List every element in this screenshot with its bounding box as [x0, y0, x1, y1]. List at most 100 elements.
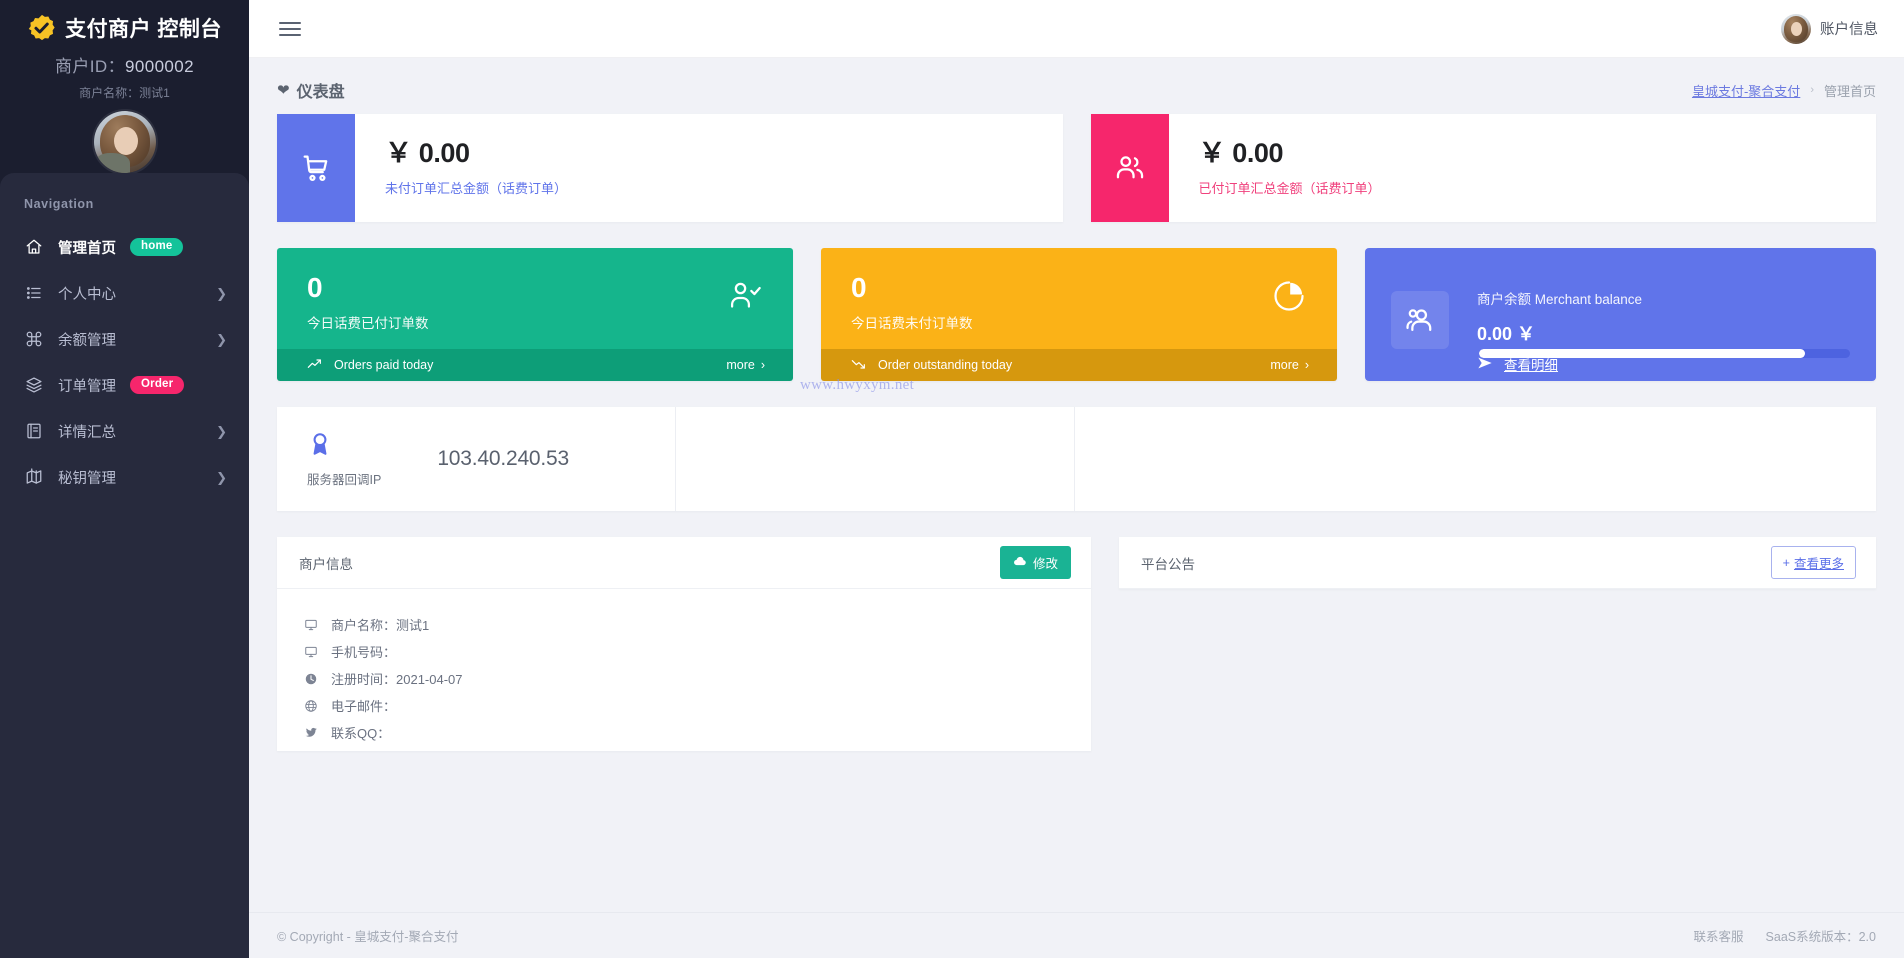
- platform-notice-panel: 平台公告 + 查看更多: [1119, 537, 1876, 589]
- merchant-id: 商户ID：9000002: [0, 52, 249, 77]
- plus-icon: +: [1782, 555, 1790, 570]
- sidebar-item-orders[interactable]: 订单管理 Order: [0, 363, 249, 407]
- cloud-icon: [1013, 555, 1027, 570]
- sidebar-item-balance[interactable]: 余额管理 ❯: [0, 317, 249, 361]
- more-label: more: [1270, 358, 1299, 372]
- info-row-register-time: 注册时间：2021-04-07: [303, 665, 1069, 692]
- merchant-name: 商户名称：测试1: [79, 86, 170, 100]
- verified-badge-icon: [27, 13, 57, 43]
- paid-orders-amount-card: ￥ 0.00 已付订单汇总金额（话费订单）: [1090, 114, 1876, 222]
- sidebar-badge-order: Order: [130, 375, 185, 395]
- breadcrumb: 皇城支付-聚合支付 › 管理首页: [1692, 81, 1876, 100]
- info-text: 注册时间：2021-04-07: [331, 672, 463, 687]
- card-body: ￥ 0.00 已付订单汇总金额（话费订单）: [1169, 114, 1381, 222]
- hamburger-icon[interactable]: [279, 21, 301, 36]
- server-callback-ip-card: 服务器回调IP 103.40.240.53 www.hwyxym.net: [277, 377, 1876, 511]
- footer-right: 联系客服 SaaS系统版本：2.0: [1694, 926, 1876, 945]
- send-icon: [1477, 356, 1493, 373]
- sidebar-item-personal-center[interactable]: 个人中心 ❯: [0, 271, 249, 315]
- breadcrumb-link[interactable]: 皇城支付-聚合支付: [1692, 81, 1800, 100]
- sidebar-item-key-management[interactable]: 秘钥管理 ❯: [0, 455, 249, 499]
- merchant-info-panel: 商户信息 修改 商户名称：测试1 手机号码： 注册时间：2021-04-07 电…: [277, 537, 1091, 751]
- unpaid-amount-label: 未付订单汇总金额（话费订单）: [385, 181, 568, 196]
- info-text: 电子邮件：: [331, 699, 397, 714]
- contact-support-link[interactable]: 联系客服: [1694, 926, 1744, 945]
- page-head: ❤ 仪表盘 皇城支付-聚合支付 › 管理首页: [277, 58, 1876, 114]
- unpaid-count-value: 0: [851, 272, 867, 303]
- order-outstanding-today-label: Order outstanding today: [878, 358, 1013, 372]
- edit-label: 修改: [1032, 557, 1058, 571]
- view-more-notices-button[interactable]: + 查看更多: [1770, 546, 1856, 579]
- trend-up-icon: [307, 357, 323, 374]
- shopping-cart-icon: [277, 114, 355, 222]
- chevron-right-icon: ›: [1304, 358, 1309, 372]
- award-icon: [307, 432, 333, 461]
- ip-segment-empty-1: [676, 407, 1075, 511]
- trend-down-icon: [851, 357, 867, 374]
- sidebar-item-dashboard[interactable]: 管理首页 home: [0, 225, 249, 269]
- balance-amount: 0.00 ￥: [1477, 324, 1536, 344]
- platform-notice-title: 平台公告: [1141, 556, 1195, 572]
- info-text: 联系QQ：: [331, 726, 391, 741]
- orders-outstanding-more-link[interactable]: more ›: [1270, 358, 1309, 372]
- unpaid-count-label: 今日话费未付订单数: [851, 316, 973, 331]
- sidebar-item-label: 订单管理: [58, 378, 116, 395]
- footer: © Copyright - 皇城支付-聚合支付 联系客服 SaaS系统版本：2.…: [249, 912, 1904, 958]
- people-icon: [1391, 291, 1449, 349]
- account-menu[interactable]: 账户信息: [1781, 13, 1878, 44]
- sidebar-item-label: 秘钥管理: [58, 470, 116, 487]
- home-icon: [24, 237, 44, 257]
- chevron-right-icon: ❯: [216, 469, 227, 485]
- tile-foot: Orders paid today more ›: [277, 349, 793, 381]
- tile-top: 0 今日话费未付订单数: [821, 248, 1337, 349]
- sidebar: 支付商户 控制台 商户ID：9000002 商户名称：测试1 Navigatio…: [0, 0, 249, 958]
- ip-left: 服务器回调IP: [307, 431, 381, 488]
- tile-foot-left: Orders paid today: [307, 357, 433, 374]
- info-row-merchant-name: 商户名称：测试1: [303, 611, 1069, 638]
- tile-top: 0 今日话费已付订单数: [277, 248, 793, 349]
- sidebar-badge-home: home: [130, 237, 184, 257]
- heart-icon: ❤: [277, 81, 290, 99]
- sidebar-item-details-summary[interactable]: 详情汇总 ❯: [0, 409, 249, 453]
- sidebar-item-label: 个人中心: [58, 286, 116, 303]
- pie-chart-icon: [1271, 278, 1307, 319]
- sidebar-item-label: 余额管理: [58, 332, 116, 349]
- brand-title: 支付商户 控制台: [65, 18, 222, 41]
- tiles-row: 0 今日话费已付订单数 Orders paid today more › 0 今…: [277, 248, 1876, 381]
- orders-paid-today-label: Orders paid today: [334, 358, 434, 372]
- app-root: 支付商户 控制台 商户ID：9000002 商户名称：测试1 Navigatio…: [0, 0, 1904, 958]
- ip-segment: 服务器回调IP 103.40.240.53: [277, 407, 676, 511]
- panels-row: 商户信息 修改 商户名称：测试1 手机号码： 注册时间：2021-04-07 电…: [277, 537, 1876, 751]
- paid-amount-label: 已付订单汇总金额（话费订单）: [1198, 181, 1381, 196]
- chevron-right-icon: ›: [760, 358, 765, 372]
- panel-head: 平台公告 + 查看更多: [1119, 537, 1876, 589]
- sidebar-nav-panel: Navigation 管理首页 home 个人中心 ❯ 余额管理 ❯ 订单管理 …: [0, 173, 249, 958]
- brand[interactable]: 支付商户 控制台: [0, 0, 249, 43]
- server-callback-ip-value: 103.40.240.53: [437, 447, 570, 470]
- paid-amount-value: ￥ 0.00: [1198, 138, 1284, 168]
- info-text: 商户名称：测试1: [331, 618, 430, 633]
- info-text: 手机号码：: [331, 645, 397, 660]
- view-more-label: 查看更多: [1793, 557, 1844, 571]
- unpaid-amount-value: ￥ 0.00: [385, 138, 470, 168]
- panel-body: 商户名称：测试1 手机号码： 注册时间：2021-04-07 电子邮件： 联系Q…: [277, 589, 1091, 772]
- chevron-right-icon: ❯: [216, 331, 227, 347]
- edit-merchant-button[interactable]: 修改: [999, 546, 1071, 579]
- clock-icon: [303, 672, 319, 686]
- orders-paid-more-link[interactable]: more ›: [726, 358, 765, 372]
- avatar: [93, 111, 156, 173]
- users-icon: [1090, 114, 1169, 222]
- info-row-phone: 手机号码：: [303, 638, 1069, 665]
- sidebar-item-label: 管理首页: [58, 240, 116, 257]
- monitor-icon: [303, 618, 319, 632]
- chevron-right-icon: ❯: [216, 285, 227, 301]
- merchant-info-title: 商户信息: [299, 556, 353, 572]
- ip-segment-empty-2: [1075, 407, 1876, 511]
- balance-progress-bar: [1479, 349, 1850, 358]
- orders-outstanding-today-tile: 0 今日话费未付订单数 Order outstanding today more…: [821, 248, 1337, 381]
- card-body: ￥ 0.00 未付订单汇总金额（话费订单）: [355, 114, 567, 222]
- unpaid-orders-amount-card: ￥ 0.00 未付订单汇总金额（话费订单）: [277, 114, 1063, 222]
- topbar: 账户信息: [249, 0, 1904, 58]
- tile-foot-left: Order outstanding today: [851, 357, 1012, 374]
- ip-caption: 服务器回调IP: [307, 472, 382, 487]
